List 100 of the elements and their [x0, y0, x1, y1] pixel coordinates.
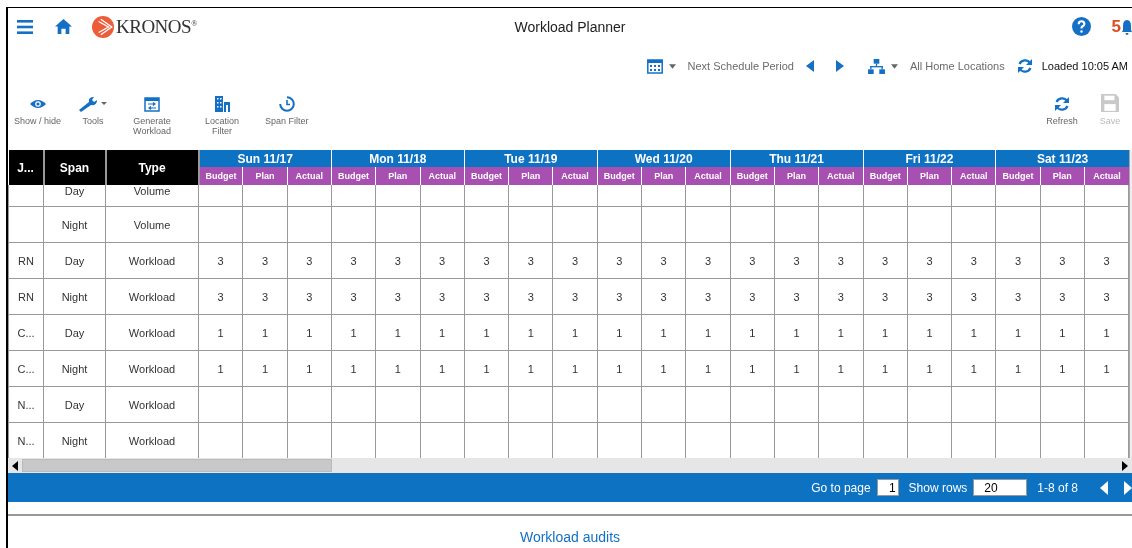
menu-icon[interactable] — [17, 18, 33, 35]
building-icon — [214, 96, 231, 112]
day-header: Mon 11/18 — [331, 150, 465, 167]
subcolumn-header: Budget — [198, 167, 243, 185]
table-cell — [420, 185, 465, 207]
table-cell: 1 — [242, 350, 288, 387]
help-icon[interactable] — [1071, 17, 1091, 36]
table-cell: Day — [43, 314, 106, 351]
tools-button[interactable]: Tools — [71, 92, 116, 130]
workload-audits-link[interactable]: Workload audits — [519, 529, 621, 545]
table-cell: 3 — [1040, 278, 1085, 315]
table-cell: 3 — [552, 278, 598, 315]
table-cell: 1 — [242, 314, 288, 351]
table-cell: 1 — [995, 314, 1041, 351]
calendar-icon — [144, 96, 161, 112]
next-arrow-icon[interactable] — [835, 60, 844, 72]
table-cell: 3 — [242, 278, 288, 315]
table-cell — [995, 185, 1041, 207]
table-cell — [508, 206, 553, 243]
scroll-right-icon[interactable] — [1122, 460, 1128, 471]
table-cell — [552, 185, 598, 207]
clock-icon — [278, 96, 295, 112]
span-filter-button[interactable]: Span Filter — [259, 92, 315, 130]
refresh-icon[interactable] — [1016, 58, 1033, 74]
table-cell: Workload — [105, 314, 199, 351]
table-cell — [508, 185, 553, 207]
table-cell: 3 — [508, 242, 553, 279]
table-cell — [818, 386, 863, 423]
table-cell: 1 — [198, 314, 243, 351]
caret-icon[interactable] — [890, 63, 898, 69]
table-cell: Night — [43, 278, 106, 315]
bell-icon[interactable] — [1122, 17, 1132, 36]
show-hide-button[interactable]: Show / hide — [8, 92, 68, 130]
window-title: Workload Planner — [514, 18, 626, 35]
refresh-button[interactable]: Refresh — [1040, 92, 1084, 130]
table-cell: 1 — [552, 350, 598, 387]
table-cell: 3 — [907, 242, 952, 279]
previous-arrow-icon[interactable] — [805, 60, 814, 72]
subcolumn-header: Plan — [907, 167, 952, 185]
calendar-icon[interactable] — [646, 58, 663, 74]
table-cell: 3 — [863, 278, 908, 315]
table-cell: 3 — [375, 242, 420, 279]
table-cell — [331, 185, 376, 207]
table-cell — [287, 386, 332, 423]
table-cell: 3 — [375, 278, 420, 315]
table-cell — [420, 206, 465, 243]
table-cell — [951, 185, 996, 207]
table-cell — [331, 206, 376, 243]
vertical-scrollbar[interactable] — [1129, 150, 1132, 458]
rows-input-field[interactable]: 20 — [973, 479, 1028, 496]
table-cell: Volume — [105, 206, 199, 243]
next-page-icon[interactable] — [1124, 480, 1132, 495]
table-cell: 1 — [508, 350, 553, 387]
table-cell: Day — [43, 242, 106, 279]
caret-icon[interactable] — [668, 63, 676, 69]
previous-page-icon[interactable] — [1100, 480, 1108, 495]
loaded-time: Loaded 10:05 AM — [1041, 60, 1128, 72]
subcolumn-header: Plan — [1040, 167, 1085, 185]
column-header[interactable]: Span — [43, 150, 106, 185]
table-cell: 3 — [951, 242, 996, 279]
table-cell: 3 — [1084, 242, 1129, 279]
subcolumn-header: Plan — [508, 167, 553, 185]
table-cell: 1 — [198, 350, 243, 387]
column-header[interactable]: Type — [105, 150, 199, 185]
table-cell — [375, 206, 420, 243]
day-header: Thu 11/21 — [730, 150, 863, 167]
table-cell: 1 — [420, 350, 465, 387]
page-input-field[interactable]: 1 — [876, 479, 899, 496]
notification-count[interactable]: 5 — [1111, 16, 1121, 37]
table-cell: 3 — [420, 242, 465, 279]
hierarchy-icon[interactable] — [867, 58, 885, 74]
table-cell: 3 — [287, 278, 332, 315]
table-cell — [1040, 185, 1085, 207]
subcolumn-header: Plan — [242, 167, 288, 185]
table-cell: 3 — [420, 278, 465, 315]
column-header[interactable]: J... — [8, 150, 44, 185]
table-cell: N... — [8, 386, 44, 423]
table-cell: 1 — [951, 350, 996, 387]
page-range: 1-8 of 8 — [1037, 480, 1078, 495]
table-cell — [774, 185, 819, 207]
table-cell: 1 — [863, 314, 908, 351]
table-cell — [863, 206, 908, 243]
location-filter-button[interactable]: Location Filter — [189, 92, 256, 140]
home-icon[interactable] — [55, 18, 72, 35]
location-label[interactable]: All Home Locations — [909, 60, 1005, 72]
subcolumn-header: Plan — [774, 167, 819, 185]
table-cell — [287, 206, 332, 243]
table-cell — [863, 386, 908, 423]
subcolumn-header: Budget — [863, 167, 908, 185]
table-cell — [8, 206, 44, 243]
table-cell: 1 — [995, 350, 1041, 387]
table-cell — [774, 206, 819, 243]
table-cell — [597, 206, 642, 243]
period-label[interactable]: Next Schedule Period — [687, 60, 794, 72]
table-cell: 3 — [774, 242, 819, 279]
generate-workload-button[interactable]: Generate Workload — [119, 92, 186, 140]
scroll-left-icon[interactable] — [12, 460, 18, 471]
table-cell: 1 — [907, 350, 952, 387]
table-cell: 3 — [331, 278, 376, 315]
horizontal-scrollbar[interactable] — [8, 458, 1132, 473]
